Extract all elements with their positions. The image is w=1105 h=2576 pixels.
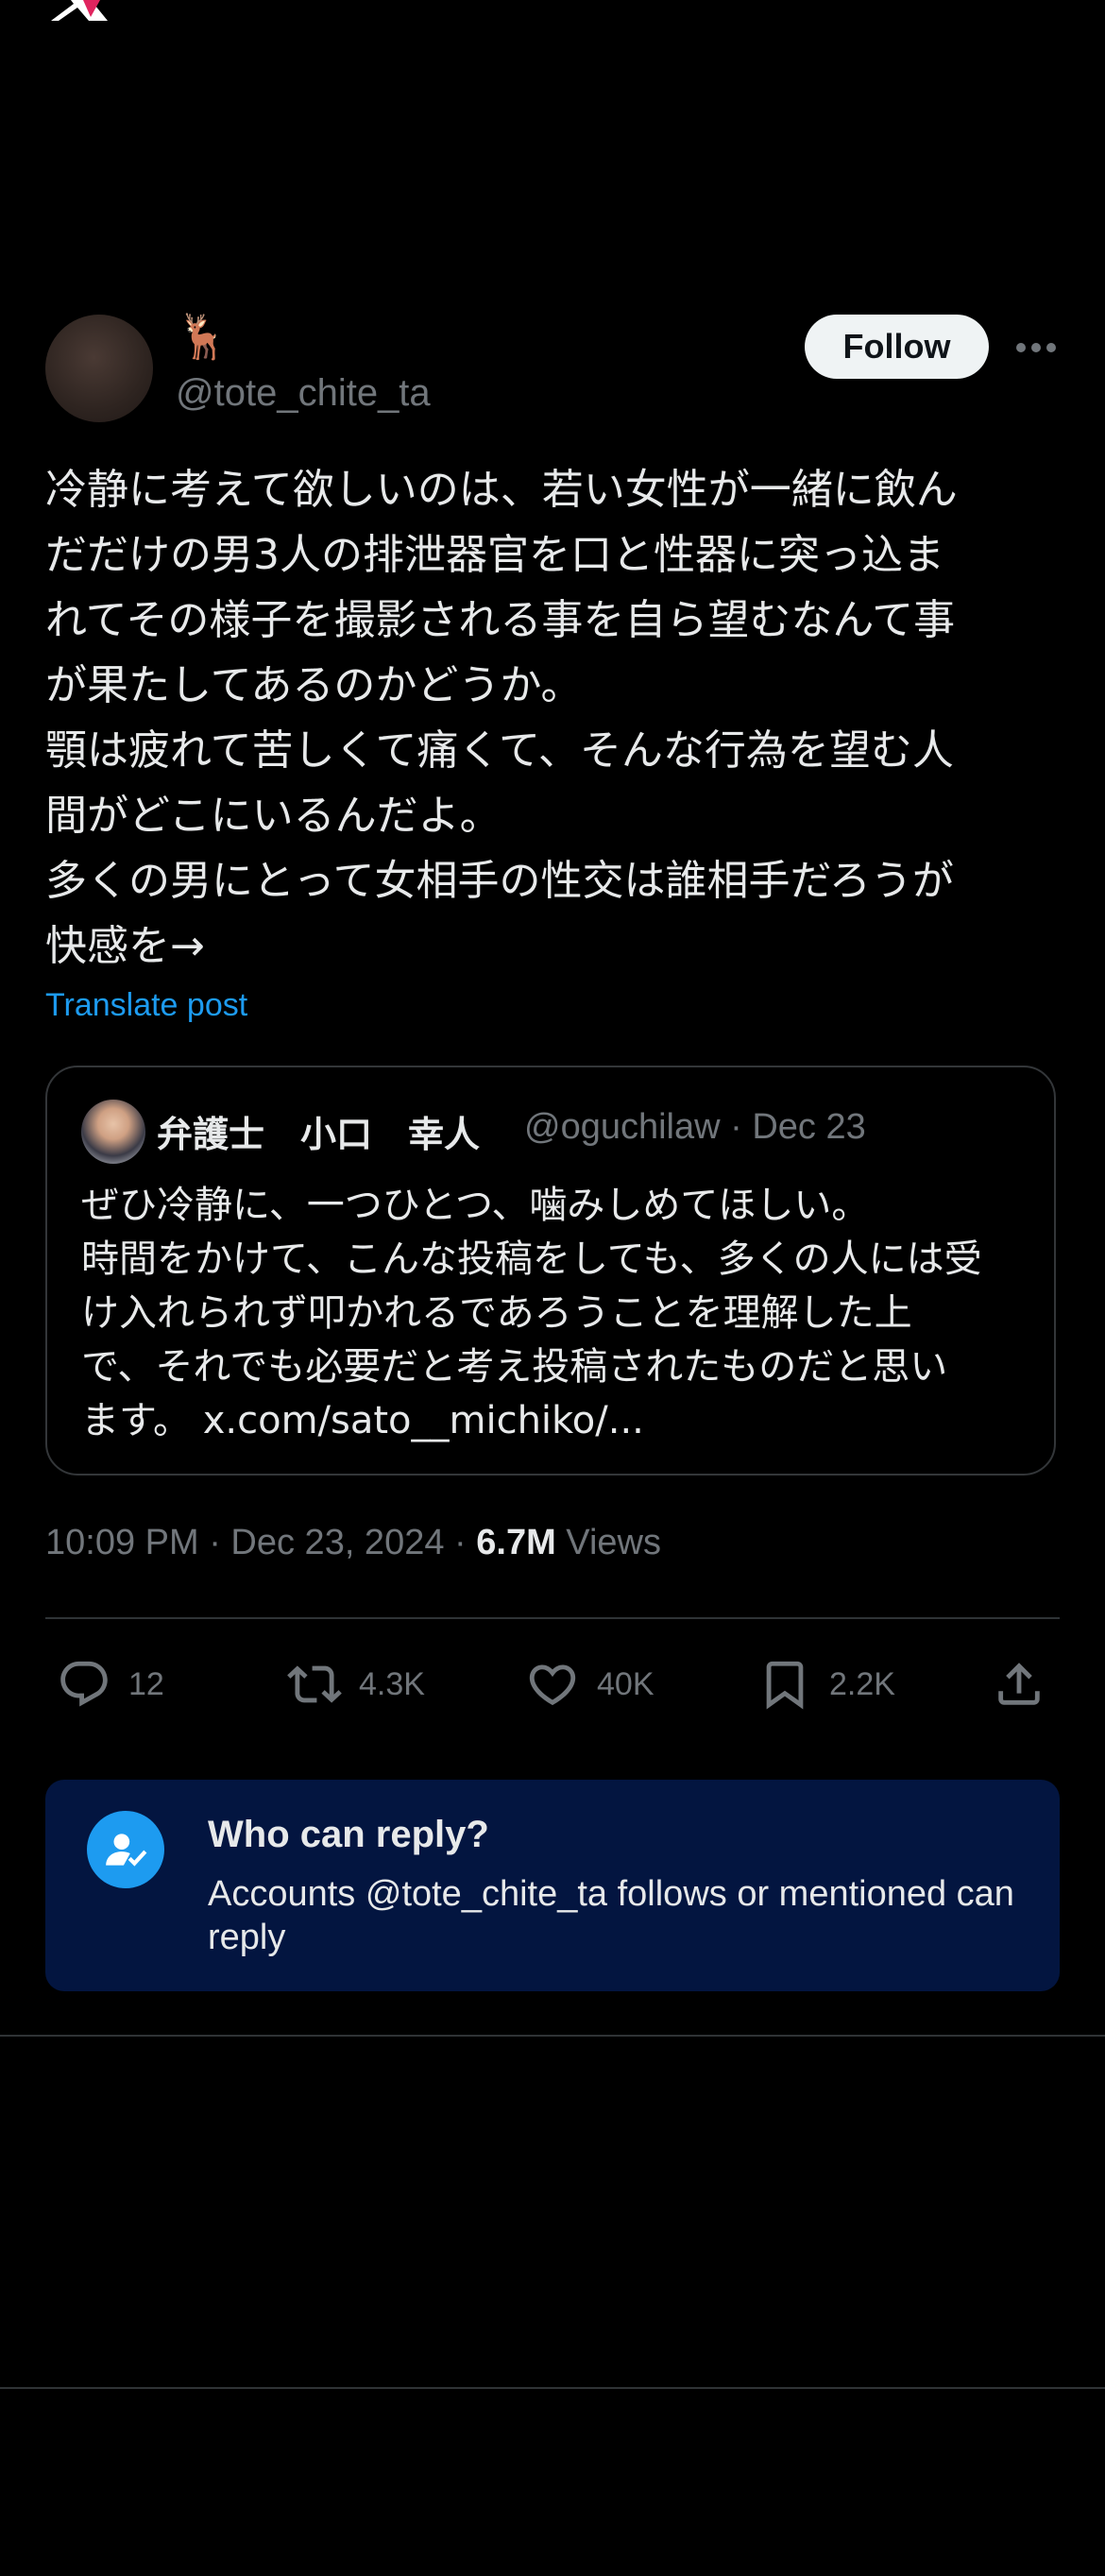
divider — [45, 1617, 1060, 1619]
post-timestamp[interactable]: 10:09 PM · Dec 23, 2024 · — [45, 1523, 476, 1562]
quoted-post-text: ぜひ冷静に、一つひとつ、噛みしめてほしい。 時間をかけて、こんな投稿をしても、多… — [81, 1184, 982, 1442]
reply-button[interactable]: 12 — [57, 1653, 164, 1715]
who-can-reply-notice: Who can reply? Accounts @tote_chite_ta f… — [45, 1780, 1060, 1991]
divider — [0, 2387, 1105, 2389]
divider — [0, 2035, 1105, 2037]
like-count: 40K — [597, 1665, 654, 1702]
bookmark-button[interactable]: 2.2K — [757, 1653, 895, 1715]
views-count: 6.7M — [476, 1523, 556, 1562]
translate-post-link[interactable]: Translate post — [45, 987, 247, 1024]
heart-icon — [529, 1664, 576, 1706]
reply-count: 12 — [128, 1665, 164, 1702]
reply-icon — [60, 1661, 108, 1707]
repost-button[interactable]: 4.3K — [287, 1653, 425, 1715]
who-can-reply-description: Accounts @tote_chite_ta follows or menti… — [208, 1874, 1014, 1957]
share-button[interactable] — [992, 1653, 1063, 1715]
more-options-icon[interactable] — [1015, 329, 1057, 367]
repost-count: 4.3K — [359, 1665, 425, 1702]
who-can-reply-icon — [87, 1811, 164, 1888]
author-display-name[interactable]: 🦌 — [176, 312, 230, 361]
quoted-author-avatar — [81, 1100, 145, 1164]
share-icon — [998, 1663, 1040, 1705]
x-logo-icon[interactable] — [45, 0, 111, 21]
bookmark-icon — [766, 1661, 804, 1710]
quoted-post[interactable]: 弁護士 小口 幸人 @oguchilaw · Dec 23 ぜひ冷静に、一つひと… — [45, 1066, 1056, 1476]
author-handle[interactable]: @tote_chite_ta — [176, 372, 431, 415]
post-metadata: 10:09 PM · Dec 23, 2024 · 6.7M Views — [45, 1523, 661, 1563]
quoted-author-handle-date: @oguchilaw · Dec 23 — [524, 1107, 866, 1147]
bookmark-count: 2.2K — [829, 1665, 895, 1702]
follow-button[interactable]: Follow — [805, 315, 989, 379]
repost-icon — [287, 1665, 342, 1703]
author-avatar[interactable] — [45, 315, 153, 422]
views-label: Views — [555, 1523, 661, 1562]
post-text: 冷静に考えて欲しいのは、若い女性が一緒に飲ん だだけの男3人の排泄器官を口と性器… — [45, 466, 958, 970]
like-button[interactable]: 40K — [525, 1653, 654, 1715]
who-can-reply-title: Who can reply? — [208, 1814, 489, 1855]
quoted-author-name: 弁護士 小口 幸人 — [157, 1114, 481, 1155]
